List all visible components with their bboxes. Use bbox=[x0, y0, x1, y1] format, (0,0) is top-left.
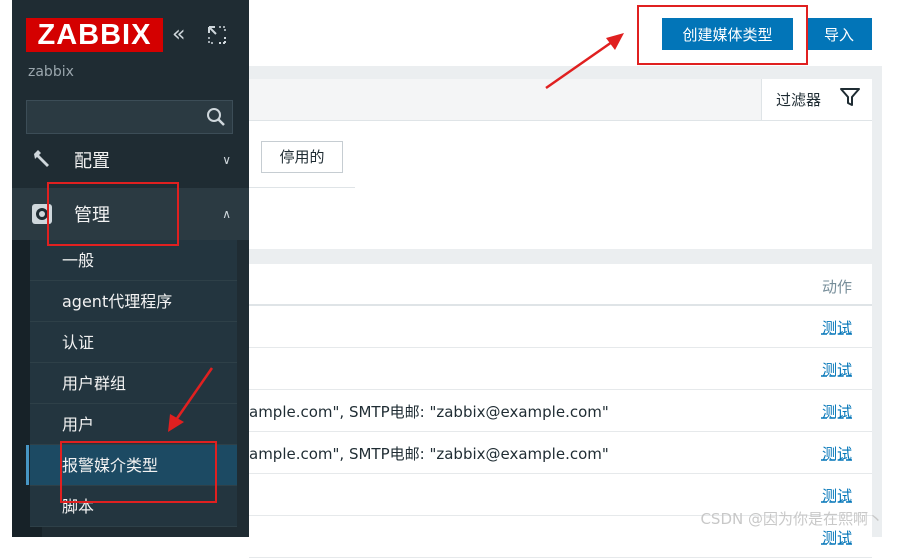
test-link[interactable]: 测试 bbox=[822, 359, 852, 380]
watermark: CSDN @因为你是在熙啊丶 bbox=[700, 510, 883, 528]
expand-icon[interactable] bbox=[206, 24, 228, 46]
media-types-table: 动作 测试 测试 ample.com", SMTP电邮: "zabbix@exa… bbox=[249, 264, 872, 558]
menu-item-admin[interactable]: 管理 ∧ bbox=[12, 188, 249, 240]
menu-item-admin-label: 管理 bbox=[74, 205, 110, 226]
chevron-up-icon: ∧ bbox=[222, 207, 231, 221]
filter-tab-label: 过滤器 bbox=[776, 91, 822, 109]
funnel-icon bbox=[840, 88, 860, 106]
submenu-item-user-groups[interactable]: 用户群组 bbox=[30, 363, 237, 404]
submenu-item-agent-proxy[interactable]: agent代理程序 bbox=[30, 281, 237, 322]
zabbix-logo[interactable]: ZABBIX bbox=[26, 18, 163, 52]
submenu-item-scripts[interactable]: 脚本 bbox=[30, 486, 237, 527]
submenu-item-authentication[interactable]: 认证 bbox=[30, 322, 237, 363]
submenu-item-general[interactable]: 一般 bbox=[30, 240, 237, 281]
column-header-action: 动作 bbox=[821, 278, 852, 296]
test-link[interactable]: 测试 bbox=[822, 317, 852, 338]
test-link[interactable]: 测试 bbox=[822, 401, 852, 422]
import-button[interactable]: 导入 bbox=[806, 18, 872, 50]
filter-panel: 过滤器 停用的 bbox=[249, 79, 872, 249]
test-link[interactable]: 测试 bbox=[822, 527, 852, 548]
status-disabled-option[interactable]: 停用的 bbox=[261, 141, 343, 173]
table-row: ample.com", SMTP电邮: "zabbix@example.com"… bbox=[249, 390, 872, 432]
chevron-down-icon: ∨ bbox=[222, 153, 231, 167]
table-row: 测试 bbox=[249, 306, 872, 348]
create-media-type-button[interactable]: 创建媒体类型 bbox=[662, 18, 793, 50]
submenu-item-media-types[interactable]: 报警媒介类型 bbox=[26, 445, 237, 486]
filter-header: 过滤器 bbox=[249, 79, 872, 121]
row-details: ample.com", SMTP电邮: "zabbix@example.com" bbox=[249, 403, 609, 421]
server-name: zabbix bbox=[28, 64, 74, 80]
menu-item-config[interactable]: 配置 ∨ bbox=[12, 134, 249, 186]
search-icon[interactable] bbox=[206, 107, 226, 127]
filter-tab[interactable]: 过滤器 bbox=[761, 79, 872, 120]
menu-item-config-label: 配置 bbox=[74, 151, 110, 172]
row-details: ample.com", SMTP电邮: "zabbix@example.com" bbox=[249, 445, 609, 463]
table-row: ample.com", SMTP电邮: "zabbix@example.com"… bbox=[249, 432, 872, 474]
test-link[interactable]: 测试 bbox=[822, 443, 852, 464]
table-header: 动作 bbox=[249, 264, 872, 306]
test-link[interactable]: 测试 bbox=[822, 485, 852, 506]
wrench-icon bbox=[34, 150, 49, 167]
double-chevron-left-icon[interactable]: « bbox=[172, 22, 198, 48]
gear-icon bbox=[32, 204, 52, 224]
filter-divider bbox=[249, 187, 355, 188]
submenu-item-users[interactable]: 用户 bbox=[30, 404, 237, 445]
sidebar-search-input[interactable] bbox=[26, 100, 233, 134]
admin-submenu: 一般 agent代理程序 认证 用户群组 用户 报警媒介类型 脚本 bbox=[26, 240, 237, 527]
table-row: 测试 bbox=[249, 348, 872, 390]
